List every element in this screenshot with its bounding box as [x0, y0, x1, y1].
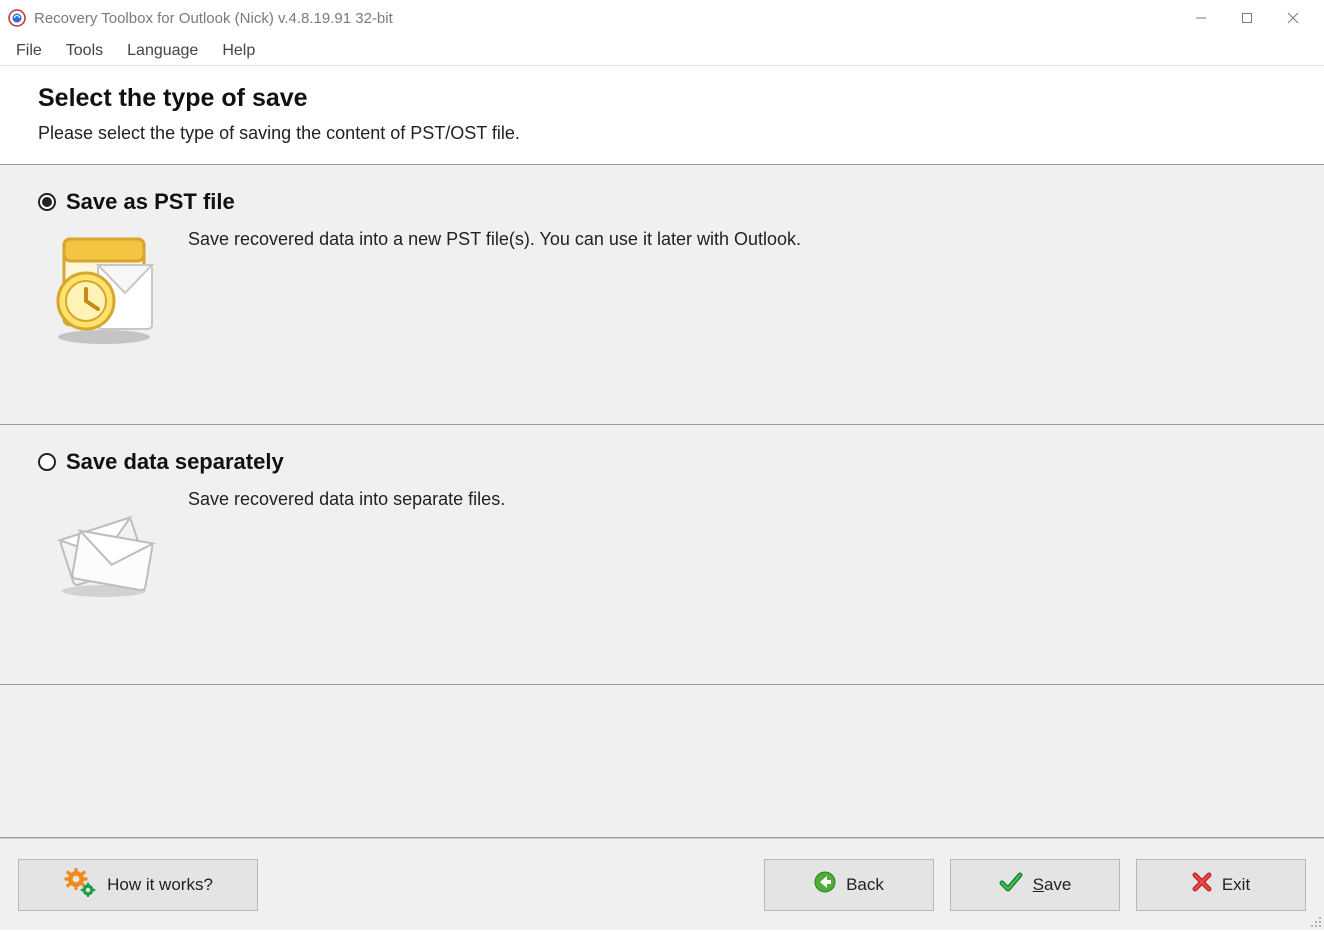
menu-file[interactable]: File	[4, 38, 54, 64]
window-controls	[1178, 3, 1316, 33]
option-label: Save data separately	[66, 449, 284, 475]
titlebar: Recovery Toolbox for Outlook (Nick) v.4.…	[0, 0, 1324, 36]
save-label: Save	[1033, 875, 1072, 895]
exit-button[interactable]: Exit	[1136, 859, 1306, 911]
page-subtitle: Please select the type of saving the con…	[38, 123, 1286, 144]
options-area: Save as PST file Save recovered data int…	[0, 165, 1324, 838]
menu-tools[interactable]: Tools	[54, 38, 115, 64]
option-description: Save recovered data into separate files.	[188, 487, 505, 510]
radio-save-separate[interactable]	[38, 453, 56, 471]
save-button[interactable]: Save	[950, 859, 1120, 911]
close-button[interactable]	[1270, 3, 1316, 33]
resize-grip[interactable]	[1308, 914, 1322, 928]
option-description: Save recovered data into a new PST file(…	[188, 227, 801, 250]
back-button[interactable]: Back	[764, 859, 934, 911]
exit-label: Exit	[1222, 875, 1250, 895]
menubar: File Tools Language Help	[0, 36, 1324, 66]
back-label: Back	[846, 875, 884, 895]
minimize-button[interactable]	[1178, 3, 1224, 33]
gears-icon	[63, 867, 97, 902]
footer: How it works? Back Save	[0, 838, 1324, 930]
page-title: Select the type of save	[38, 84, 1286, 113]
option-save-pst[interactable]: Save as PST file Save recovered data int…	[0, 165, 1324, 425]
how-it-works-button[interactable]: How it works?	[18, 859, 258, 911]
option-save-separate[interactable]: Save data separately Save recovered data…	[0, 425, 1324, 685]
menu-language[interactable]: Language	[115, 38, 210, 64]
maximize-button[interactable]	[1224, 3, 1270, 33]
how-it-works-label: How it works?	[107, 875, 213, 895]
app-icon	[8, 9, 26, 27]
page-header: Select the type of save Please select th…	[0, 66, 1324, 165]
window-title: Recovery Toolbox for Outlook (Nick) v.4.…	[34, 10, 1178, 27]
back-arrow-icon	[814, 871, 836, 898]
radio-save-pst[interactable]	[38, 193, 56, 211]
option-label: Save as PST file	[66, 189, 235, 215]
envelope-icon	[44, 487, 164, 610]
x-icon	[1192, 872, 1212, 897]
options-filler	[0, 685, 1324, 838]
menu-help[interactable]: Help	[210, 38, 267, 64]
check-icon	[999, 871, 1023, 898]
pst-icon	[44, 227, 164, 350]
